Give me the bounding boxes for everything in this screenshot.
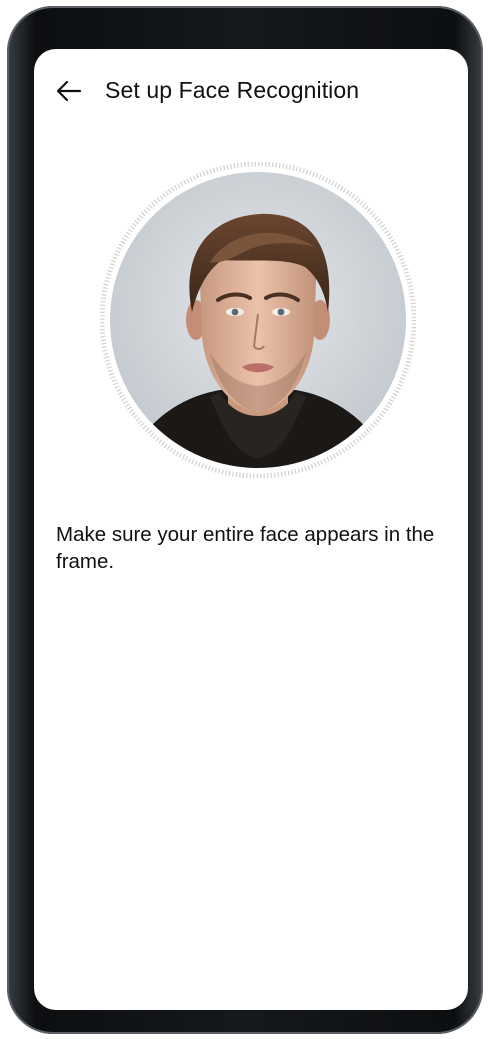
phone-frame: Set up Face Recognition Make sure your e… <box>7 6 483 1034</box>
arrow-left-icon <box>56 80 82 102</box>
instruction-text: Make sure your entire face appears in th… <box>56 523 435 573</box>
app-bar: Set up Face Recognition <box>34 49 468 133</box>
face-portrait <box>110 172 406 468</box>
back-button[interactable] <box>54 75 86 107</box>
screen: Set up Face Recognition Make sure your e… <box>34 49 468 1010</box>
page-title: Set up Face Recognition <box>105 77 360 103</box>
face-camera-preview <box>100 162 416 478</box>
